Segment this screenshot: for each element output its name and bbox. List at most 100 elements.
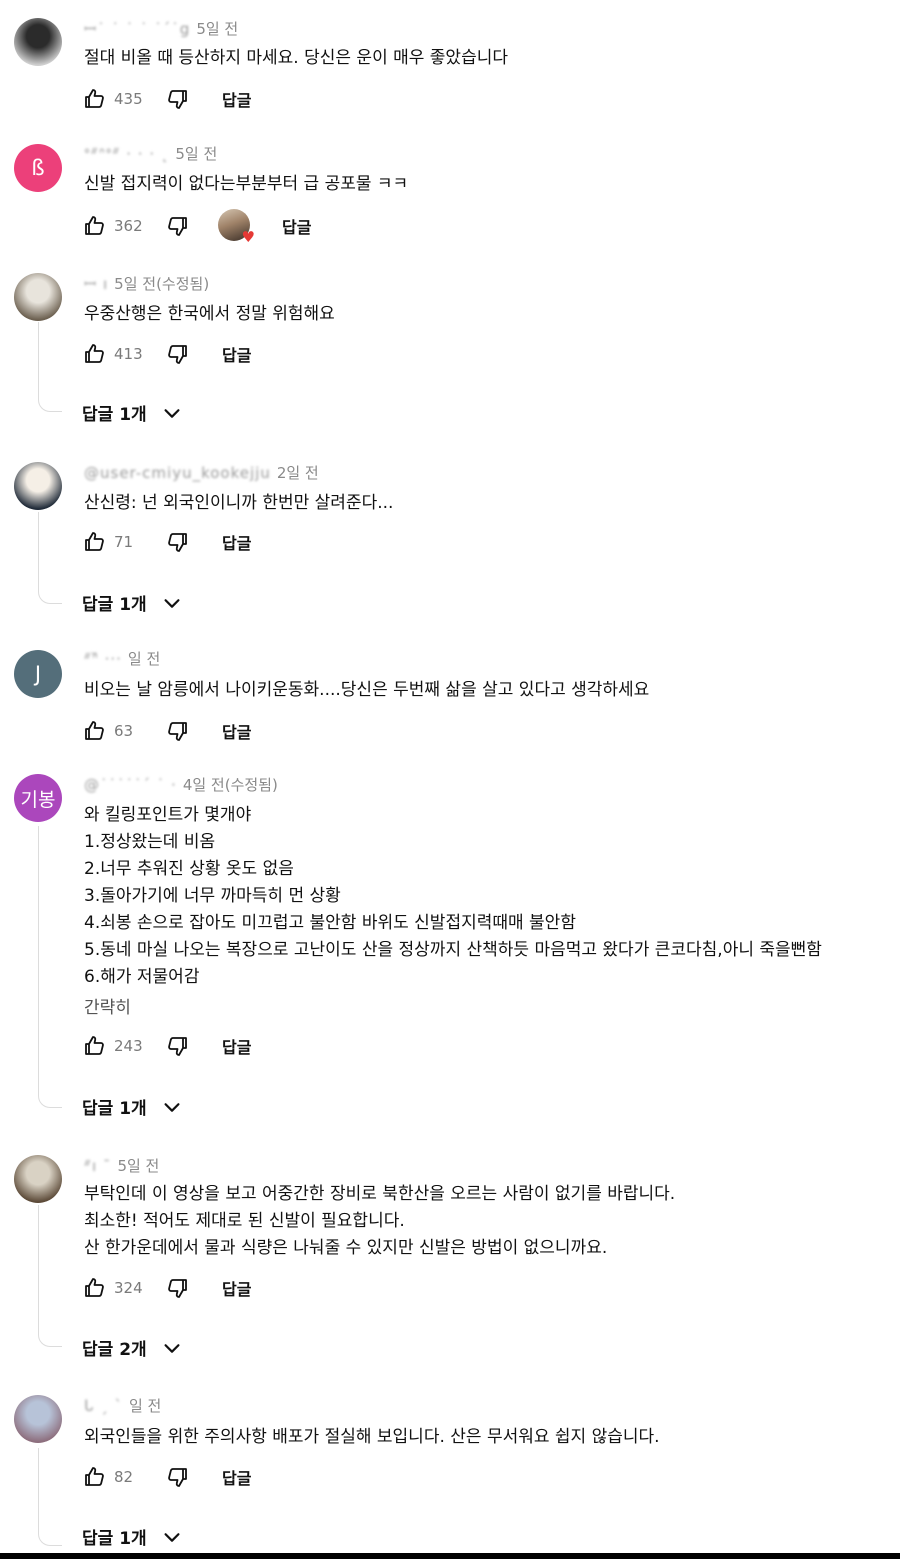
comment-actions: 324 답글 bbox=[80, 1274, 251, 1302]
reply-button[interactable]: 답글 bbox=[222, 87, 251, 111]
comment-actions: 413 답글 bbox=[80, 340, 251, 368]
comment-actions: 362 ♥ 답글 bbox=[80, 209, 311, 245]
comment-text: 부탁인데 이 영상을 보고 어중간한 장비로 북한산을 오르는 사람이 없기를 … bbox=[84, 1181, 675, 1262]
reply-button[interactable]: 답글 bbox=[222, 719, 251, 743]
author-handle[interactable]: @˙˙˙˙˙ˊ ˙ · bbox=[84, 776, 177, 794]
author-handle[interactable]: ꟷ˙ ˙ ˙ ˙ ˙ˊ˙g bbox=[84, 19, 190, 39]
avatar[interactable] bbox=[14, 18, 62, 66]
thumbs-up-icon bbox=[80, 528, 108, 556]
comment-meta: ꟷ˙ ˙ ˙ ˙ ˙ˊ˙g 5일 전 bbox=[84, 18, 238, 39]
avatar-letter: 기봉 bbox=[20, 788, 56, 811]
comment-text: 와 킬링포인트가 몇개야 1.정상왔는데 비옴 2.너무 추워진 상황 옷도 없음 3… bbox=[84, 802, 822, 1022]
like-button[interactable] bbox=[80, 1274, 108, 1302]
comment-text-line: 6.해가 저물어감 bbox=[84, 967, 200, 987]
dislike-button[interactable] bbox=[164, 212, 192, 240]
avatar-letter: J bbox=[34, 662, 42, 686]
author-handle[interactable]: ᒐ ˏ ˋ bbox=[84, 1397, 123, 1415]
thread-connector bbox=[38, 826, 62, 1108]
like-button[interactable] bbox=[80, 212, 108, 240]
dislike-button[interactable] bbox=[164, 1274, 192, 1302]
comment-actions: 435 답글 bbox=[80, 85, 251, 113]
author-handle[interactable]: ᐥᐢ̈ ··· bbox=[84, 650, 122, 668]
comment-text-line: 외국인들을 위한 주의사항 배포가 절실해 보입니다. 산은 무서워요 쉽지 않… bbox=[84, 1427, 660, 1447]
comment-text: 신발 접지력이 없다는부분부터 급 공포물 ㅋㅋ bbox=[84, 171, 408, 198]
reply-button[interactable]: 답글 bbox=[282, 214, 311, 238]
comment-timestamp: 5일 전 bbox=[117, 1157, 160, 1175]
thumbs-up-icon bbox=[80, 85, 108, 113]
replies-count-label: 답글 1개 bbox=[82, 1099, 147, 1119]
comments-list: ꟷ˙ ˙ ˙ ˙ ˙ˊ˙g 5일 전 절대 비올 때 등산하지 마세요. 당신은 운… bbox=[0, 0, 900, 1559]
view-replies-toggle[interactable]: 답글 1개 bbox=[82, 1094, 183, 1119]
dislike-button[interactable] bbox=[164, 85, 192, 113]
avatar-letter: ß bbox=[31, 156, 45, 180]
thumbs-up-icon bbox=[80, 1032, 108, 1060]
show-less-link[interactable]: 간략히 bbox=[84, 995, 822, 1022]
comment-text-line: 신발 접지력이 없다는부분부터 급 공포물 ㅋㅋ bbox=[84, 174, 409, 194]
comment-meta: ᒐ ˏ ˋ일 전 bbox=[84, 1395, 161, 1416]
like-button[interactable] bbox=[80, 1463, 108, 1491]
like-button[interactable] bbox=[80, 528, 108, 556]
replies-count-label: 답글 1개 bbox=[82, 595, 147, 615]
like-count: 63 bbox=[114, 722, 134, 740]
reply-button[interactable]: 답글 bbox=[222, 1465, 251, 1489]
thread-connector bbox=[38, 512, 62, 604]
dislike-button[interactable] bbox=[164, 340, 192, 368]
comment-text: 절대 비올 때 등산하지 마세요. 당신은 운이 매우 좋았습니다 bbox=[84, 45, 508, 72]
comment-text-line: 우중산행은 한국에서 정말 위험해요 bbox=[84, 304, 335, 324]
thumbs-down-icon bbox=[164, 340, 192, 368]
dislike-button[interactable] bbox=[164, 1032, 192, 1060]
avatar[interactable] bbox=[14, 1155, 62, 1203]
like-button[interactable] bbox=[80, 717, 108, 745]
thumbs-down-icon bbox=[164, 717, 192, 745]
like-count: 435 bbox=[114, 90, 143, 108]
view-replies-toggle[interactable]: 답글 1개 bbox=[82, 1524, 183, 1549]
comment-text-line: 비오는 날 암릉에서 나이키운동화....당신은 두번째 삶을 살고 있다고 생… bbox=[84, 680, 650, 700]
comment-meta: ᐥᐢ̈ ··· 일 전 bbox=[84, 648, 160, 669]
like-count: 82 bbox=[114, 1468, 134, 1486]
dislike-button[interactable] bbox=[164, 1463, 192, 1491]
thread-connector bbox=[38, 1205, 62, 1347]
avatar[interactable]: J bbox=[14, 650, 62, 698]
comment-text: 우중산행은 한국에서 정말 위험해요 bbox=[84, 301, 335, 328]
thumbs-down-icon bbox=[164, 212, 192, 240]
avatar[interactable]: 기봉 bbox=[14, 774, 62, 822]
chevron-down-icon bbox=[161, 1096, 183, 1118]
comment-text-line: 3.돌아가기에 너무 까마득히 먼 상황 bbox=[84, 886, 341, 906]
comment-actions: 71 답글 bbox=[80, 528, 251, 556]
comment-text: 산신령: 넌 외국인이니까 한번만 살려준다... bbox=[84, 490, 393, 517]
comment-timestamp: 일 전 bbox=[128, 1397, 162, 1415]
like-count: 71 bbox=[114, 533, 134, 551]
comment-timestamp: 5일 전(수정됨) bbox=[114, 275, 210, 293]
reply-button[interactable]: 답글 bbox=[222, 342, 251, 366]
like-button[interactable] bbox=[80, 340, 108, 368]
thumbs-up-icon bbox=[80, 340, 108, 368]
reply-button[interactable]: 답글 bbox=[222, 530, 251, 554]
comment-text-line: 산 한가운데에서 물과 식량은 나눠줄 수 있지만 신발은 방법이 없으니까요. bbox=[84, 1238, 608, 1258]
comment-text-line: 절대 비올 때 등산하지 마세요. 당신은 운이 매우 좋았습니다 bbox=[84, 48, 508, 68]
view-replies-toggle[interactable]: 답글 1개 bbox=[82, 400, 183, 425]
like-count: 324 bbox=[114, 1279, 143, 1297]
view-replies-toggle[interactable]: 답글 2개 bbox=[82, 1335, 183, 1360]
comment-actions: 243 답글 bbox=[80, 1032, 251, 1060]
comment-text-line: 2.너무 추워진 상황 옷도 없음 bbox=[84, 859, 294, 879]
author-handle[interactable]: @user-cmiyu_kookejju bbox=[84, 464, 271, 482]
avatar[interactable]: ß bbox=[14, 144, 62, 192]
author-handle[interactable]: ᐥı ˉ bbox=[84, 1157, 111, 1175]
comment-meta: ᐤᐥᐢᐤᐥ · · · ˛ 5일 전 bbox=[84, 143, 217, 164]
avatar[interactable] bbox=[14, 462, 62, 510]
view-replies-toggle[interactable]: 답글 1개 bbox=[82, 590, 183, 615]
comment-timestamp: 일 전 bbox=[127, 650, 161, 668]
like-button[interactable] bbox=[80, 85, 108, 113]
replies-count-label: 답글 2개 bbox=[82, 1340, 147, 1360]
like-button[interactable] bbox=[80, 1032, 108, 1060]
dislike-button[interactable] bbox=[164, 528, 192, 556]
author-handle[interactable]: ꟷ ı bbox=[84, 274, 108, 294]
avatar[interactable] bbox=[14, 273, 62, 321]
replies-count-label: 답글 1개 bbox=[82, 1529, 147, 1549]
author-handle[interactable]: ᐤᐥᐢᐤᐥ · · · ˛ bbox=[84, 145, 169, 163]
thumbs-up-icon bbox=[80, 212, 108, 240]
dislike-button[interactable] bbox=[164, 717, 192, 745]
reply-button[interactable]: 답글 bbox=[222, 1276, 251, 1300]
reply-button[interactable]: 답글 bbox=[222, 1034, 251, 1058]
avatar[interactable] bbox=[14, 1395, 62, 1443]
